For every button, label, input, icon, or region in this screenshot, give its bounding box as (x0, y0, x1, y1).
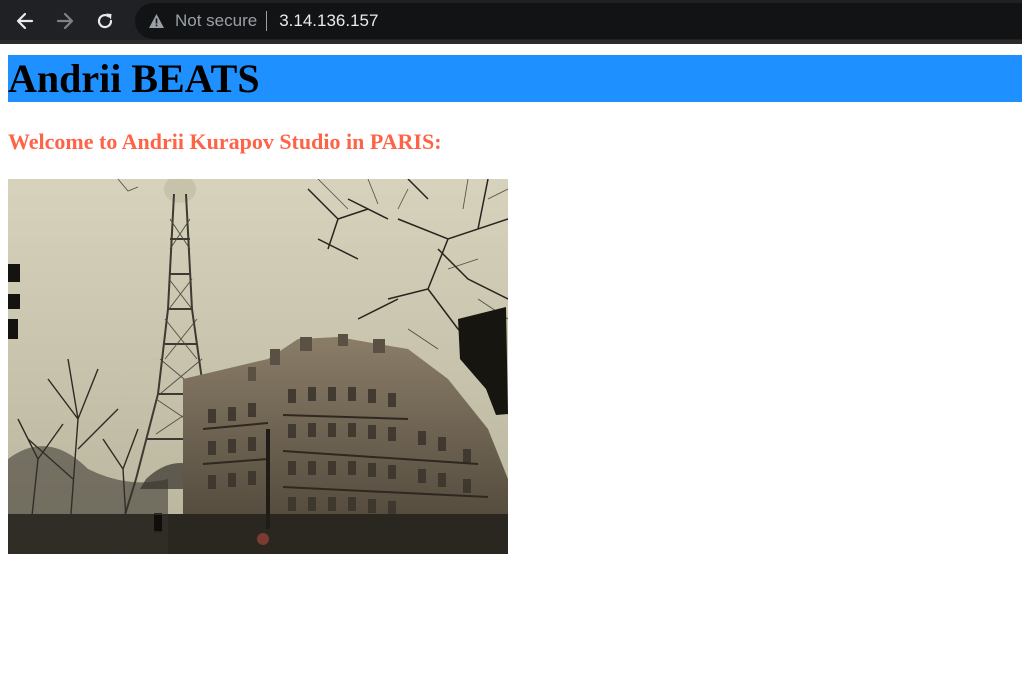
back-button[interactable] (10, 6, 40, 36)
forward-button[interactable] (50, 6, 80, 36)
reload-button[interactable] (90, 6, 120, 36)
welcome-heading: Welcome to Andrii Kurapov Studio in PARI… (8, 129, 442, 154)
url-text[interactable]: 3.14.136.157 (279, 11, 378, 31)
toolbar-divider (0, 40, 1022, 44)
eiffel-tower-image (8, 179, 508, 554)
forward-arrow-icon (56, 12, 74, 30)
warning-icon[interactable] (147, 12, 165, 30)
address-bar[interactable]: Not secure 3.14.136.157 (135, 3, 1022, 39)
back-arrow-icon (16, 12, 34, 30)
paris-photo (8, 179, 508, 554)
page-title: Andrii BEATS (8, 56, 260, 101)
page-header: Andrii BEATS (8, 55, 1022, 102)
browser-toolbar: Not secure 3.14.136.157 (0, 0, 1022, 44)
security-status-label[interactable]: Not secure (175, 11, 257, 31)
reload-icon (97, 13, 113, 29)
address-divider (266, 11, 268, 31)
